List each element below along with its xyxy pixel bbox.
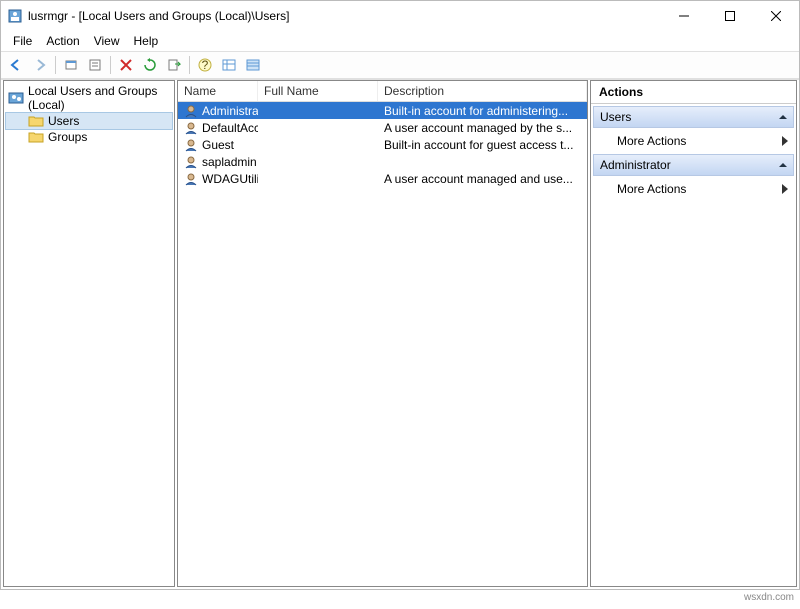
action-group-users[interactable]: Users [593, 106, 794, 128]
toolbar-separator [55, 56, 56, 74]
console-icon [8, 90, 24, 106]
tree-root-label: Local Users and Groups (Local) [28, 84, 170, 112]
close-button[interactable] [753, 1, 799, 31]
app-window: lusrmgr - [Local Users and Groups (Local… [0, 0, 800, 590]
cell-name-text: Guest [202, 138, 234, 152]
tree-users-label: Users [48, 114, 79, 128]
folder-icon [28, 131, 44, 143]
maximize-button[interactable] [707, 1, 753, 31]
minimize-button[interactable] [661, 1, 707, 31]
tree-item-groups[interactable]: Groups [6, 129, 172, 145]
user-icon [184, 138, 198, 152]
actions-title: Actions [591, 81, 796, 104]
toolbar: ? [1, 51, 799, 79]
up-button[interactable] [60, 54, 82, 76]
col-header-fullname[interactable]: Full Name [258, 81, 378, 101]
list-panel: Name Full Name Description Administrator… [177, 80, 588, 587]
list-header: Name Full Name Description [178, 81, 587, 102]
chevron-right-icon [782, 136, 788, 146]
back-button[interactable] [5, 54, 27, 76]
action-more-label: More Actions [617, 182, 686, 196]
action-more-users[interactable]: More Actions [593, 130, 794, 152]
cell-description: Built-in account for administering... [378, 104, 587, 118]
view-detail-button[interactable] [242, 54, 264, 76]
cell-name: sapladmin [178, 155, 258, 169]
list-body: Administrator Built-in account for admini… [178, 102, 587, 586]
toolbar-separator [110, 56, 111, 74]
cell-name-text: sapladmin [202, 155, 257, 169]
list-row[interactable]: WDAGUtility... A user account managed and… [178, 170, 587, 187]
folder-icon [28, 115, 44, 127]
list-row[interactable]: Administrator Built-in account for admini… [178, 102, 587, 119]
tree-item-users[interactable]: Users [6, 113, 172, 129]
window-controls [661, 1, 799, 31]
user-icon [184, 121, 198, 135]
cell-name-text: DefaultAcco... [202, 121, 258, 135]
content-area: Local Users and Groups (Local) Users Gro… [1, 79, 799, 589]
list-row[interactable]: sapladmin [178, 153, 587, 170]
tree-root[interactable]: Local Users and Groups (Local) [6, 83, 172, 113]
user-icon [184, 172, 198, 186]
col-header-name[interactable]: Name [178, 81, 258, 101]
menu-view[interactable]: View [88, 32, 126, 50]
delete-button[interactable] [115, 54, 137, 76]
toolbar-separator [189, 56, 190, 74]
help-button[interactable]: ? [194, 54, 216, 76]
actions-panel: Actions Users More Actions Administrator… [590, 80, 797, 587]
menu-action[interactable]: Action [40, 32, 85, 50]
user-icon [184, 104, 198, 118]
cell-description: Built-in account for guest access t... [378, 138, 587, 152]
cell-name: Administrator [178, 104, 258, 118]
collapse-icon [779, 113, 787, 121]
list-row[interactable]: Guest Built-in account for guest access t… [178, 136, 587, 153]
export-button[interactable] [163, 54, 185, 76]
cell-description: A user account managed and use... [378, 172, 587, 186]
window-title: lusrmgr - [Local Users and Groups (Local… [28, 9, 289, 23]
collapse-icon [779, 161, 787, 169]
action-more-label: More Actions [617, 134, 686, 148]
action-more-admin[interactable]: More Actions [593, 178, 794, 200]
cell-description: A user account managed by the s... [378, 121, 587, 135]
user-icon [184, 155, 198, 169]
menu-file[interactable]: File [7, 32, 38, 50]
col-header-description[interactable]: Description [378, 81, 587, 101]
properties-button[interactable] [84, 54, 106, 76]
cell-name-text: Administrator [202, 104, 258, 118]
list-row[interactable]: DefaultAcco... A user account managed by … [178, 119, 587, 136]
view-list-button[interactable] [218, 54, 240, 76]
action-group-administrator[interactable]: Administrator [593, 154, 794, 176]
svg-text:?: ? [202, 58, 209, 72]
cell-name: WDAGUtility... [178, 172, 258, 186]
action-group-users-label: Users [600, 110, 631, 124]
title-bar: lusrmgr - [Local Users and Groups (Local… [1, 1, 799, 31]
footer-watermark: wsxdn.com [0, 590, 800, 605]
chevron-right-icon [782, 184, 788, 194]
menu-bar: File Action View Help [1, 31, 799, 51]
action-group-admin-label: Administrator [600, 158, 671, 172]
tree-groups-label: Groups [48, 130, 87, 144]
menu-help[interactable]: Help [128, 32, 165, 50]
forward-button[interactable] [29, 54, 51, 76]
cell-name: DefaultAcco... [178, 121, 258, 135]
title-left: lusrmgr - [Local Users and Groups (Local… [7, 8, 289, 24]
cell-name: Guest [178, 138, 258, 152]
app-icon [7, 8, 23, 24]
refresh-button[interactable] [139, 54, 161, 76]
tree-panel: Local Users and Groups (Local) Users Gro… [3, 80, 175, 587]
cell-name-text: WDAGUtility... [202, 172, 258, 186]
